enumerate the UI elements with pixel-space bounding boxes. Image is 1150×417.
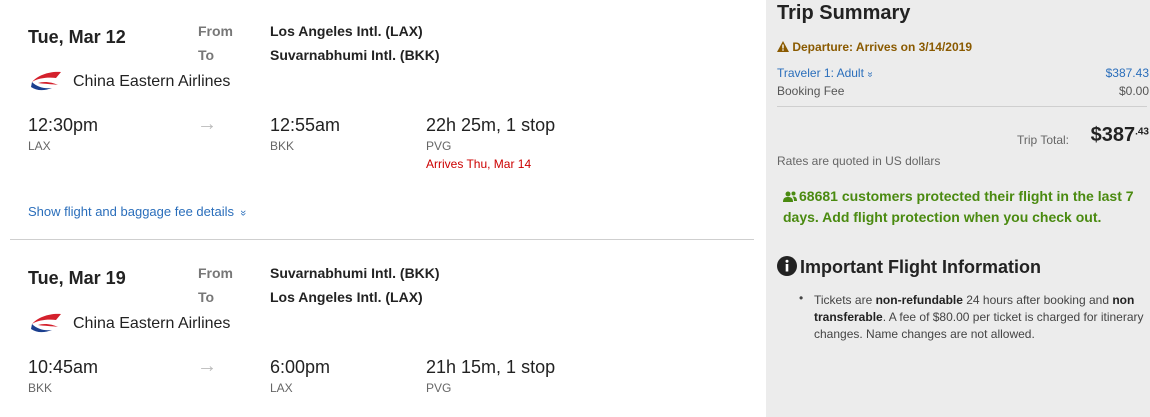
stop-code: PVG xyxy=(426,139,452,153)
china-eastern-logo-icon xyxy=(31,313,61,333)
info-bullet-list: • Tickets are non-refundable 24 hours af… xyxy=(792,291,1144,343)
from-label: From xyxy=(198,23,233,39)
trip-total-amount: $387.43 xyxy=(1091,124,1149,147)
from-label: From xyxy=(198,265,233,281)
important-info-title: Important Flight Information xyxy=(800,257,1041,277)
stop-code: PVG xyxy=(426,381,452,395)
important-info-header: Important Flight Information xyxy=(777,256,1041,278)
depart-code: LAX xyxy=(28,139,51,153)
bullet-dot-icon: • xyxy=(799,291,804,305)
show-details-label: Show flight and baggage fee details xyxy=(28,204,234,219)
chevron-down-icon: » xyxy=(864,71,876,78)
airline-name: China Eastern Airlines xyxy=(73,73,231,90)
trip-summary-panel: Trip Summary Departure: Arrives on 3/14/… xyxy=(766,0,1150,417)
flight-divider xyxy=(10,239,754,240)
traveler-price: $387.43 xyxy=(1105,66,1149,80)
from-airport: Suvarnabhumi Intl. (BKK) xyxy=(270,265,440,281)
depart-code: BKK xyxy=(28,381,53,395)
to-airport: Los Angeles Intl. (LAX) xyxy=(270,289,423,305)
from-airport: Los Angeles Intl. (LAX) xyxy=(270,23,423,39)
booking-fee-value: $0.00 xyxy=(1118,84,1149,98)
bullet-text-part: 24 hours after booking and xyxy=(962,293,1113,307)
arrive-code: LAX xyxy=(270,381,293,395)
to-label: To xyxy=(198,289,215,305)
traveler-dropdown[interactable]: Traveler 1: Adult » xyxy=(777,66,876,80)
arrive-code: BKK xyxy=(270,139,295,153)
arrow-right-icon: → xyxy=(197,113,217,135)
trip-total-cents: .43 xyxy=(1135,126,1149,138)
departure-warning-text: Departure: Arrives on 3/14/2019 xyxy=(792,40,972,54)
flight-duration: 21h 15m, 1 stop xyxy=(426,357,556,377)
summary-divider xyxy=(777,106,1147,107)
bullet-text-part: Tickets are xyxy=(814,293,876,307)
to-airport: Suvarnabhumi Intl. (BKK) xyxy=(270,47,440,63)
traveler-label: Traveler 1: Adult xyxy=(777,66,864,80)
info-circle-icon xyxy=(777,256,797,276)
airline-name: China Eastern Airlines xyxy=(73,315,231,332)
info-bullet-text: Tickets are non-refundable 24 hours afte… xyxy=(814,292,1144,343)
rates-note: Rates are quoted in US dollars xyxy=(777,154,941,168)
depart-time: 10:45am xyxy=(28,357,99,377)
flight-date: Tue, Mar 19 xyxy=(28,268,126,288)
warning-triangle-icon xyxy=(777,41,789,52)
arrow-right-icon: → xyxy=(197,355,217,377)
chevron-down-icon: » xyxy=(236,209,249,217)
protection-message: 68681 customers protected their flight i… xyxy=(783,186,1143,228)
trip-total-dollars: $387 xyxy=(1090,124,1136,146)
protection-text: 68681 customers protected their flight i… xyxy=(783,188,1134,225)
users-icon xyxy=(783,191,797,202)
booking-fee-label: Booking Fee xyxy=(777,84,845,98)
bullet-bold-part: non-refundable xyxy=(875,293,963,307)
departure-warning: Departure: Arrives on 3/14/2019 xyxy=(777,40,972,54)
info-bullet: • Tickets are non-refundable 24 hours af… xyxy=(792,291,1144,343)
depart-time: 12:30pm xyxy=(28,115,99,135)
arrive-time: 6:00pm xyxy=(270,357,331,377)
to-label: To xyxy=(198,47,215,63)
china-eastern-logo-icon xyxy=(31,71,61,91)
arrives-note: Arrives Thu, Mar 14 xyxy=(426,157,532,171)
show-details-link[interactable]: Show flight and baggage fee details » xyxy=(28,204,249,219)
flight-duration: 22h 25m, 1 stop xyxy=(426,115,556,135)
trip-summary-title: Trip Summary xyxy=(777,2,911,24)
arrive-time: 12:55am xyxy=(270,115,341,135)
trip-total-label: Trip Total: xyxy=(1017,133,1070,147)
flight-date: Tue, Mar 12 xyxy=(28,27,126,47)
